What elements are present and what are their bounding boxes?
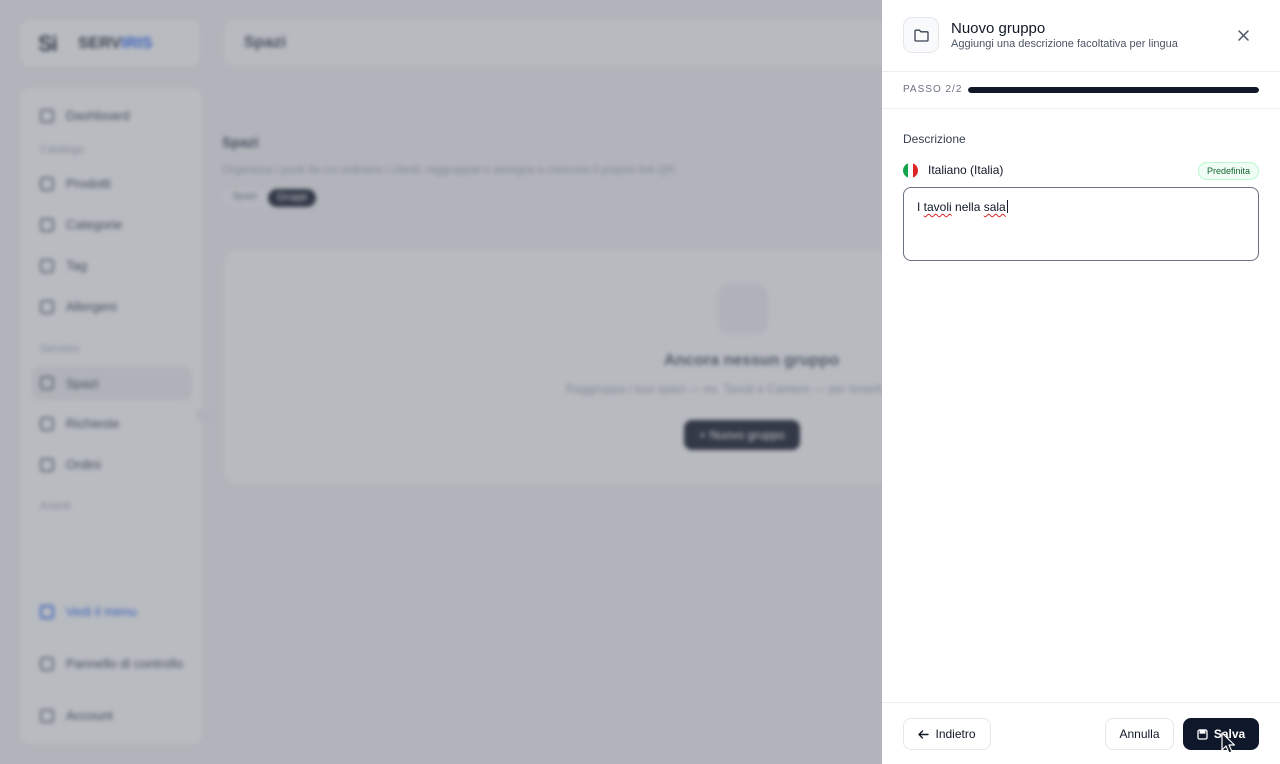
- drawer-subtitle: Aggiungi una descrizione facoltativa per…: [951, 38, 1178, 50]
- close-button[interactable]: [1232, 24, 1254, 46]
- language-row: Italiano (Italia) Predefinita: [903, 162, 1259, 180]
- text-word: I: [917, 200, 924, 214]
- text-word-misspelled: sala: [983, 200, 1006, 214]
- back-button-label: Indietro: [935, 727, 976, 741]
- text-word-misspelled: tavoli: [923, 200, 952, 214]
- cancel-button-label: Annulla: [1119, 727, 1160, 741]
- arrow-left-icon: [918, 729, 930, 739]
- close-icon: [1237, 29, 1249, 41]
- text-word: nella: [951, 200, 984, 214]
- modal-overlay[interactable]: [0, 0, 882, 764]
- step-label: PASSO 2/2: [903, 84, 963, 95]
- description-label: Descrizione: [903, 132, 966, 146]
- text-caret: [1006, 200, 1008, 213]
- back-button[interactable]: Indietro: [903, 718, 991, 750]
- new-group-drawer: Nuovo gruppo Aggiungi una descrizione fa…: [882, 0, 1280, 764]
- default-badge: Predefinita: [1197, 162, 1259, 180]
- drawer-title: Nuovo gruppo: [951, 20, 1046, 37]
- folder-icon: [903, 17, 939, 53]
- language-name: Italiano (Italia): [928, 163, 1004, 177]
- mouse-cursor-icon: [1221, 732, 1235, 754]
- textarea-value: I tavoli nella sala: [917, 200, 1008, 214]
- save-icon: [1197, 728, 1208, 740]
- progress-track: [968, 87, 1259, 93]
- drawer-header: Nuovo gruppo Aggiungi una descrizione fa…: [882, 0, 1280, 72]
- italy-flag-icon: [903, 163, 918, 178]
- progress-fill: [968, 87, 1259, 93]
- cancel-button[interactable]: Annulla: [1105, 718, 1174, 750]
- step-indicator: PASSO 2/2: [882, 72, 1280, 109]
- description-textarea[interactable]: I tavoli nella sala: [903, 187, 1259, 261]
